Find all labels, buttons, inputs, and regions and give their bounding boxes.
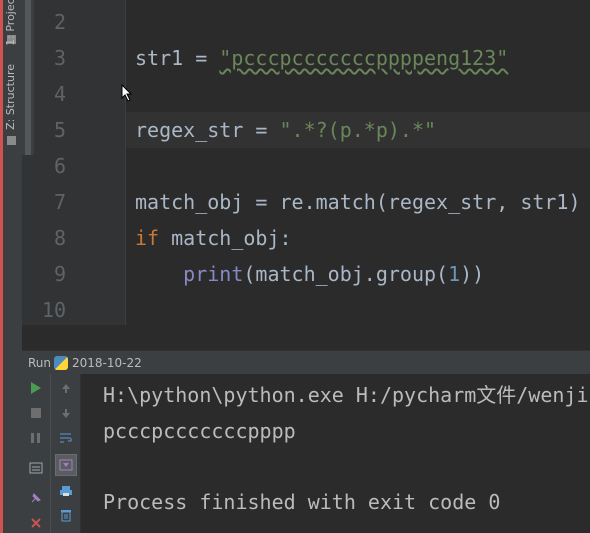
line-number: 4: [53, 82, 66, 106]
python-icon: [54, 356, 68, 370]
console-line: H:\python\python.exe H:/pycharm文件/wenji: [103, 383, 589, 407]
run-toolbar: [22, 374, 81, 533]
toolbar-separator: [50, 374, 51, 533]
code-text: match_obj:: [159, 226, 292, 250]
string-literal: "pcccpcccccccppppeng123": [219, 46, 509, 70]
code-line-9[interactable]: print(match_obj.group(1)): [135, 256, 484, 292]
line-number: 6: [53, 154, 66, 178]
code-line-5[interactable]: regex_str = ".*?(p.*p).*": [135, 112, 436, 148]
operator: =: [243, 118, 280, 142]
variable: regex_str: [135, 118, 244, 142]
trash-icon[interactable]: [56, 505, 76, 525]
line-number: 7: [53, 190, 66, 214]
code-text: (match_obj.group(: [243, 262, 449, 286]
line-number: 3: [53, 46, 66, 70]
string-literal: ".*?(p.*p).*": [279, 118, 437, 142]
panel-gap: [22, 325, 590, 350]
code-text: )): [460, 262, 485, 286]
line-number: 8: [53, 226, 66, 250]
scroll-thumb[interactable]: [25, 0, 31, 155]
down-arrow-icon[interactable]: [56, 403, 76, 423]
layout-icon[interactable]: [26, 458, 46, 478]
code-line-3[interactable]: str1 = "pcccpcccccccppppeng123": [135, 40, 508, 76]
up-arrow-icon[interactable]: [56, 378, 76, 398]
run-panel-title[interactable]: Run: [28, 356, 51, 370]
gutter-scrollbar[interactable]: [22, 0, 34, 155]
scroll-to-end-icon[interactable]: [55, 454, 77, 476]
console-line: pcccpcccccccpppp: [103, 419, 296, 443]
run-icon[interactable]: [26, 378, 46, 398]
pin-icon[interactable]: [26, 488, 46, 508]
tab-structure[interactable]: Z: Structure: [4, 64, 17, 130]
mouse-cursor-icon: [121, 84, 133, 102]
number-literal: 1: [448, 262, 461, 286]
tab-project[interactable]: 1: Project: [4, 0, 17, 46]
line-number: 9: [53, 262, 66, 286]
print-icon[interactable]: [56, 481, 76, 501]
strip-accent: [0, 0, 3, 533]
soft-wrap-icon[interactable]: [56, 428, 76, 448]
pause-icon[interactable]: [26, 428, 46, 448]
code-line-7[interactable]: match_obj = re.match(regex_str, str1): [135, 184, 581, 220]
run-panel-header: Run 2018-10-22: [22, 350, 590, 375]
keyword: if: [135, 226, 160, 250]
code-line-8[interactable]: if match_obj:: [135, 220, 292, 256]
close-icon[interactable]: [26, 513, 46, 533]
variable: str1: [135, 46, 184, 70]
line-number: 2: [53, 10, 66, 34]
line-number: 5: [53, 118, 66, 142]
stop-icon[interactable]: [26, 403, 46, 423]
builtin-function: print: [183, 262, 244, 286]
tool-window-strip: 1: Project Z: Structure: [0, 0, 23, 533]
line-number: 10: [41, 298, 66, 322]
run-config-tab[interactable]: 2018-10-22: [72, 356, 142, 370]
console-line: Process finished with exit code 0: [103, 490, 501, 514]
structure-icon: [7, 136, 16, 145]
operator: =: [183, 46, 220, 70]
